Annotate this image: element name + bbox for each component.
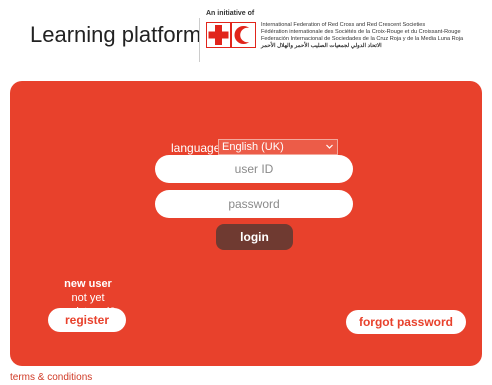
language-selected-value: English (UK) [222,141,284,153]
login-button[interactable]: login [216,224,293,250]
org-name-ar: الاتحاد الدولي لجمعيات الصليب الأحمر وال… [261,43,382,49]
org-name-fr: Fédération internationale des Sociétés d… [261,29,461,35]
chevron-down-icon [326,144,333,149]
forgot-password-button[interactable]: forgot password [346,310,466,334]
organization-names: International Federation of Red Cross an… [261,22,486,50]
ifrc-logo-icon [206,22,256,48]
new-user-label: new user [64,278,112,290]
org-name-en: International Federation of Red Cross an… [261,22,426,28]
password-placeholder: password [228,197,280,211]
platform-title: Learning platform [30,22,202,47]
language-select[interactable]: English (UK) [218,139,338,155]
login-panel: language English (UK) user ID password l… [10,81,482,366]
terms-link[interactable]: terms & conditions [10,372,92,383]
user-id-placeholder: user ID [234,162,274,176]
org-name-es: Federación Internacional de Sociedades d… [261,36,464,42]
page-header: Learning platform An initiative of Inter… [0,0,492,80]
initiative-label: An initiative of [206,10,255,17]
register-button[interactable]: register [48,308,126,332]
language-label: language [171,141,221,155]
user-id-input[interactable]: user ID [155,155,353,183]
password-input[interactable]: password [155,190,353,218]
header-divider [199,18,200,62]
